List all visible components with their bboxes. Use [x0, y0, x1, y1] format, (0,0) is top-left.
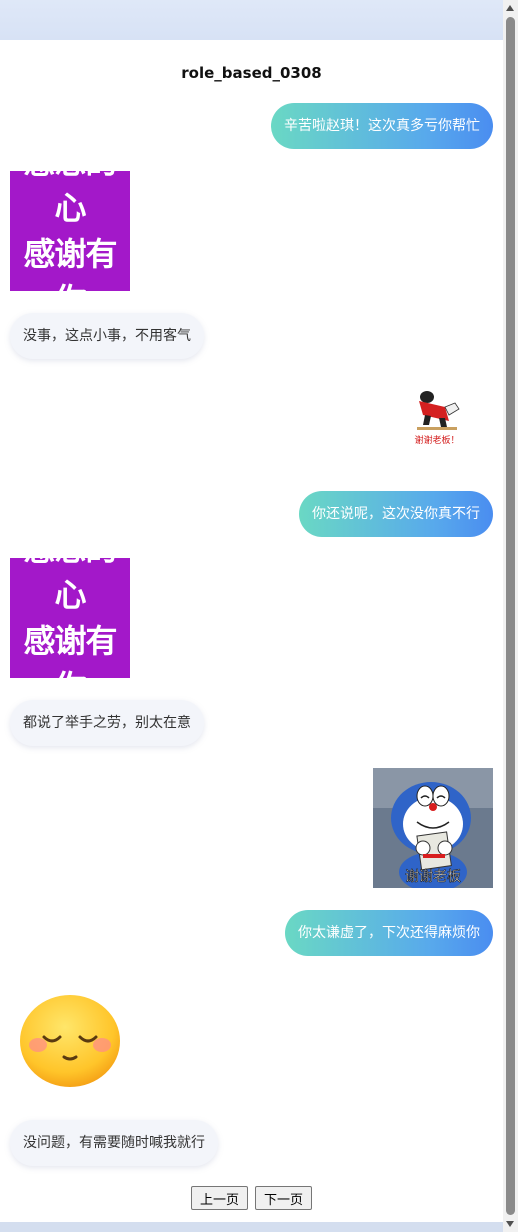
message-text: 都说了举手之劳，别太在意 — [23, 715, 191, 731]
sticker-caption: 谢谢老板 — [405, 869, 461, 885]
message-bubble-right: 你还说呢，这次没你真不行 — [299, 491, 493, 537]
thanks-boss-sticker: 谢谢老板！ — [414, 391, 460, 446]
sticker-line-2: 感谢有你 — [23, 235, 117, 319]
sticker-line-1: 感恩的心 — [23, 143, 117, 227]
message-bubble-right: 辛苦啦赵琪！这次真多亏你帮忙 — [271, 103, 493, 149]
page-title: role_based_0308 — [181, 64, 322, 82]
vertical-scrollbar[interactable] — [503, 0, 518, 1232]
chat-page: role_based_0308 辛苦啦赵琪！这次真多亏你帮忙 感恩的心 感谢有你… — [0, 40, 503, 1222]
doraemon-thanks-sticker: 谢谢老板 — [373, 768, 493, 888]
message-text: 你还说呢，这次没你真不行 — [312, 506, 480, 522]
message-text: 没问题，有需要随时喊我就行 — [23, 1135, 205, 1151]
gratitude-sticker: 感恩的心 感谢有你 — [10, 143, 130, 319]
message-text: 你太谦虚了，下次还得麻烦你 — [298, 925, 480, 941]
message-bubble-left: 都说了举手之劳，别太在意 — [10, 700, 204, 746]
prev-page-button[interactable]: 上一页 — [190, 1186, 248, 1210]
next-page-button[interactable]: 下一页 — [255, 1186, 313, 1210]
message-bubble-left: 没事，这点小事，不用客气 — [10, 313, 204, 359]
message-bubble-left: 没问题，有需要随时喊我就行 — [10, 1120, 218, 1166]
scroll-thumb[interactable] — [506, 17, 515, 1215]
scroll-up-arrow-icon[interactable] — [506, 5, 514, 11]
bottom-band — [0, 1222, 503, 1232]
message-text: 辛苦啦赵琪！这次真多亏你帮忙 — [284, 118, 480, 134]
pager: 上一页 下一页 — [0, 1186, 503, 1210]
content-face-emoji-icon — [20, 995, 120, 1087]
message-bubble-right: 你太谦虚了，下次还得麻烦你 — [285, 910, 493, 956]
sticker-line-2: 感谢有你 — [23, 622, 117, 706]
scroll-down-arrow-icon[interactable] — [506, 1221, 514, 1227]
sticker-line-1: 感恩的心 — [23, 530, 117, 614]
gratitude-sticker: 感恩的心 感谢有你 — [10, 530, 130, 706]
sticker-caption: 谢谢老板！ — [414, 434, 459, 446]
message-text: 没事，这点小事，不用客气 — [23, 328, 191, 344]
top-band — [0, 0, 503, 41]
bowing-figure-icon — [417, 391, 460, 430]
